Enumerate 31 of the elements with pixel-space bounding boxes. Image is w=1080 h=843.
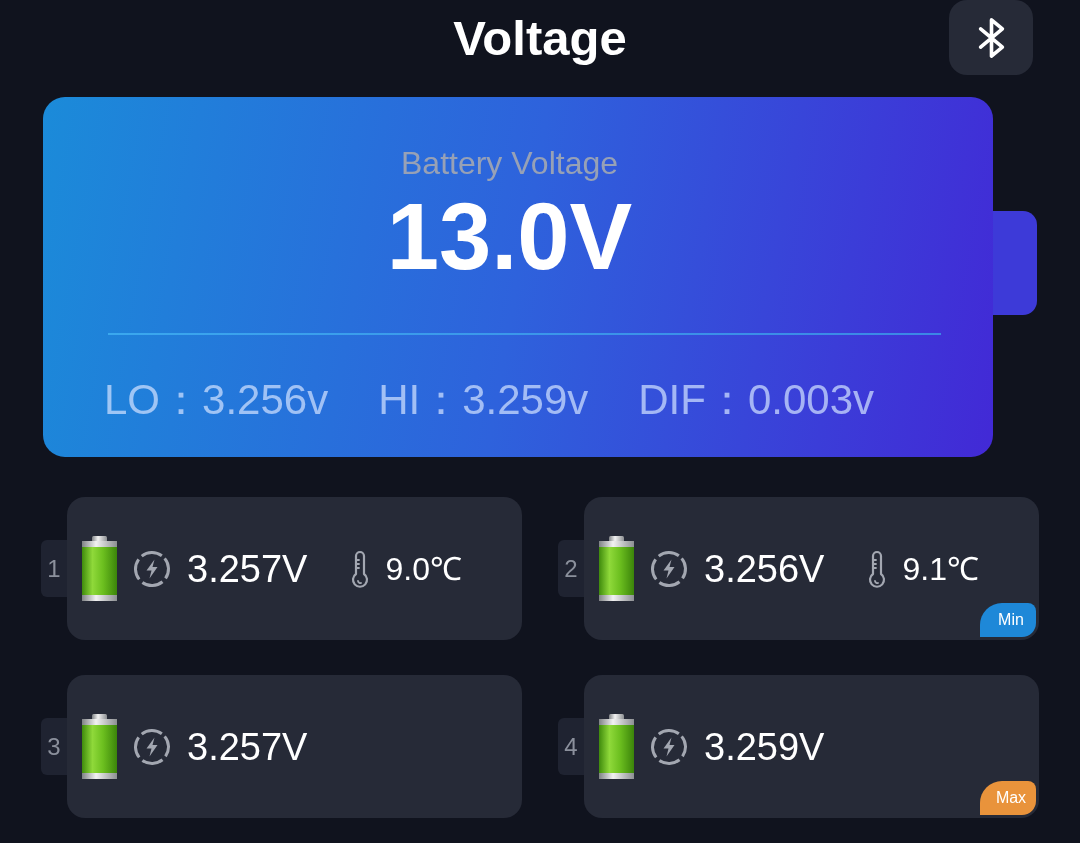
cell-temperature: 9.1℃	[902, 549, 979, 588]
cell-badge: Max	[980, 781, 1036, 815]
battery-icon	[82, 714, 117, 779]
stat-label: DIF：	[638, 376, 748, 424]
cell-voltage: 3.257V	[187, 724, 308, 769]
battery-icon	[599, 714, 634, 779]
battery-icon	[82, 536, 117, 601]
cell-temperature: 9.0℃	[385, 549, 462, 588]
stat-value: 3.259v	[462, 376, 589, 424]
cell-badge: Min	[980, 603, 1036, 637]
charge-icon	[650, 727, 688, 766]
cell-index: 1	[41, 540, 67, 597]
stat-value: 0.003v	[747, 376, 874, 424]
voltage-label: Battery Voltage	[401, 144, 618, 182]
charge-icon	[133, 549, 171, 588]
charge-icon	[133, 727, 171, 766]
cell-index: 3	[41, 718, 67, 775]
battery-icon	[599, 536, 634, 601]
cell-voltage: 3.257V	[187, 546, 308, 591]
charge-icon	[650, 549, 688, 588]
total-voltage: 13.0V	[386, 187, 633, 287]
cell-voltage: 3.256V	[704, 546, 825, 591]
stat-label: HI：	[378, 376, 463, 424]
bluetooth-button[interactable]	[949, 0, 1033, 75]
bluetooth-icon	[976, 15, 1006, 60]
stat-label: LO：	[104, 376, 203, 424]
cell-voltage: 3.259V	[704, 724, 825, 769]
cell-index: 2	[558, 540, 584, 597]
stat-value: 3.256v	[202, 376, 329, 424]
cell-index: 4	[558, 718, 584, 775]
page-title: Voltage	[453, 9, 627, 66]
